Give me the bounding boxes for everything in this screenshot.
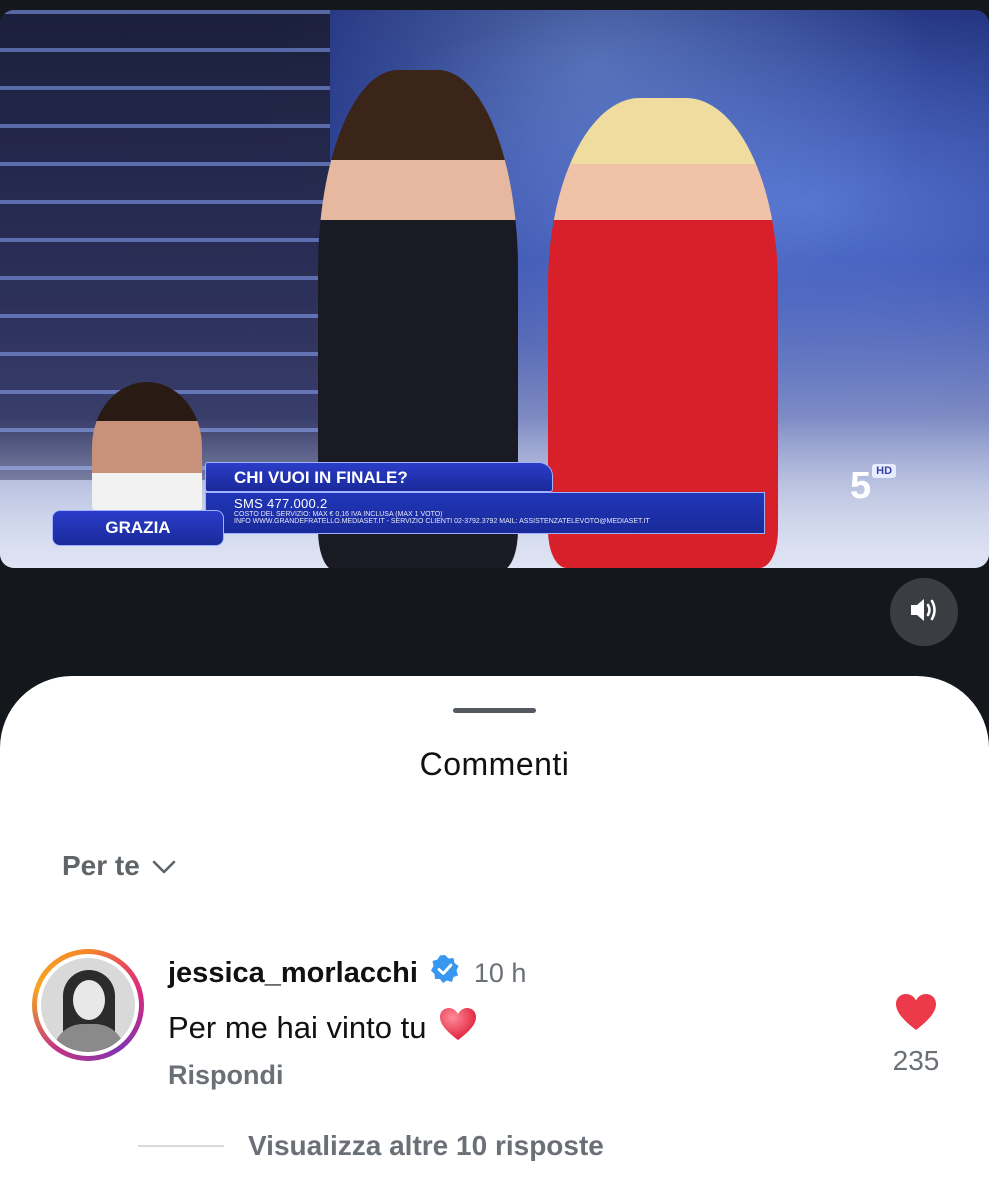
heart-emoji-icon <box>426 1006 478 1050</box>
speaker-icon <box>909 596 939 629</box>
reply-button[interactable]: Rispondi <box>168 1060 284 1091</box>
vote-banner-sms: SMS 477.000.2 <box>234 496 328 511</box>
vote-banner-details: SMS 477.000.2 COSTO DEL SERVIZIO: MAX € … <box>205 492 765 534</box>
comment-text-row: Per me hai vinto tu <box>168 1006 478 1050</box>
view-more-replies-label: Visualizza altre 10 risposte <box>248 1130 604 1161</box>
vote-banner-title: CHI VUOI IN FINALE? <box>205 462 553 492</box>
sheet-title: Commenti <box>419 746 570 782</box>
comment-header: jessica_morlacchi 10 h <box>168 954 526 992</box>
comment-item: jessica_morlacchi 10 h Per me hai vinto … <box>0 946 989 1096</box>
comment-filter-dropdown[interactable]: Per te <box>62 850 176 882</box>
view-more-replies-button[interactable]: Visualizza altre 10 risposte <box>138 1130 604 1162</box>
chevron-down-icon <box>140 850 176 882</box>
comment-text: Per me hai vinto tu <box>168 1010 427 1045</box>
comments-sheet: Commenti Per te jessica_morlacchi 10 h P… <box>0 676 989 1200</box>
contestant-portrait <box>92 382 202 512</box>
sheet-drag-handle[interactable] <box>453 708 536 713</box>
vote-banner-cost: COSTO DEL SERVIZIO: MAX € 0,16 IVA INCLU… <box>234 511 443 518</box>
filter-label: Per te <box>62 850 140 881</box>
avatar <box>41 958 135 1052</box>
verified-badge-icon <box>430 954 460 992</box>
avatar-story-ring[interactable] <box>32 949 144 1061</box>
comment-time: 10 h <box>473 957 527 988</box>
channel-hd-badge: HD <box>872 464 897 478</box>
comment-username[interactable]: jessica_morlacchi <box>168 957 418 990</box>
like-count: 235 <box>892 1045 940 1076</box>
video-player[interactable]: CHI VUOI IN FINALE? SMS 477.000.2 COSTO … <box>0 10 989 568</box>
mute-button[interactable] <box>890 578 958 646</box>
heart-filled-icon <box>894 994 938 1036</box>
vote-banner-info: INFO WWW.GRANDEFRATELLO.MEDIASET.IT - SE… <box>234 518 650 525</box>
channel-logo: 5 HD <box>850 464 897 508</box>
replies-divider <box>138 1145 224 1147</box>
contestant-name-tag: GRAZIA <box>52 510 224 546</box>
channel-number: 5 <box>850 465 871 507</box>
like-button[interactable]: 235 <box>884 992 948 1077</box>
